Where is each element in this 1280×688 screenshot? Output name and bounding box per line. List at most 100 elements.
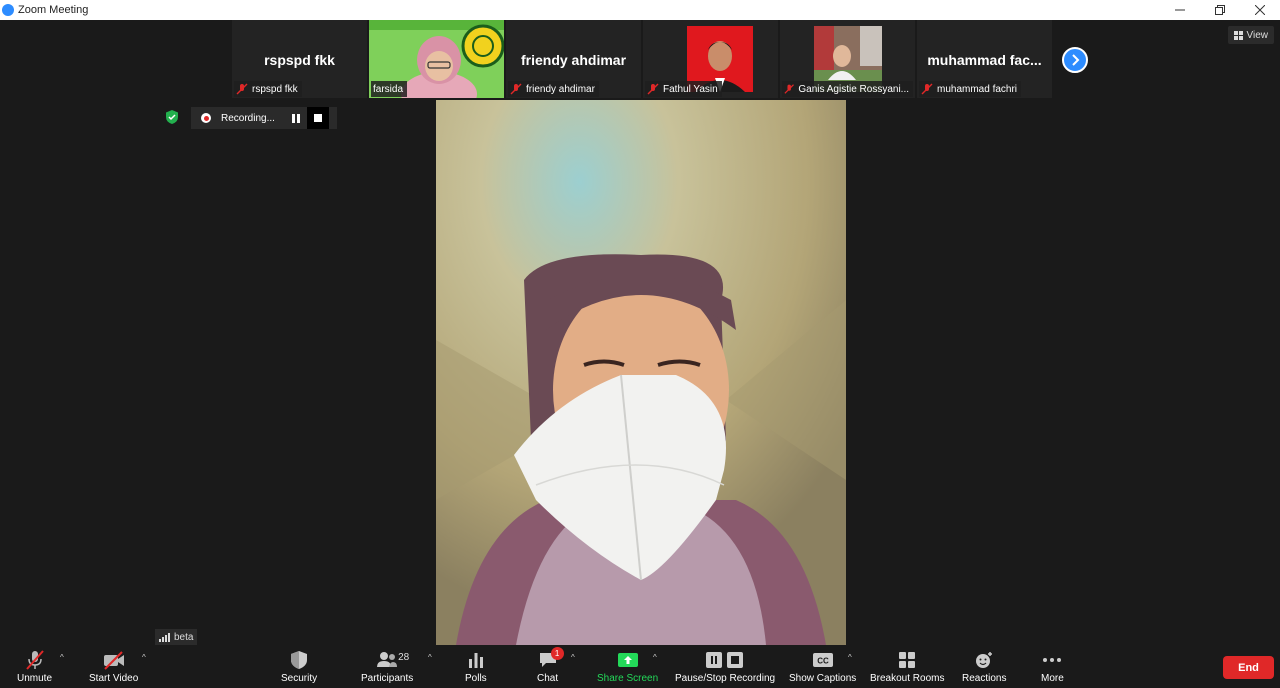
stop-recording-button[interactable] bbox=[307, 107, 329, 129]
captions-icon: CC bbox=[812, 653, 833, 667]
reactions-label: Reactions bbox=[962, 673, 1007, 684]
close-icon bbox=[1255, 5, 1265, 15]
participant-name: Ganis Agistie Rossyani... bbox=[798, 83, 909, 95]
view-label: View bbox=[1246, 29, 1269, 41]
pause-recording-button[interactable] bbox=[285, 107, 307, 129]
participant-name-tag: friendy ahdimar bbox=[508, 81, 599, 97]
participant-display-name: friendy ahdimar bbox=[520, 52, 627, 68]
audio-options-caret-icon[interactable]: ^ bbox=[60, 653, 64, 662]
start-video-button[interactable]: Start Video bbox=[89, 649, 138, 684]
video-options-caret-icon[interactable]: ^ bbox=[142, 653, 146, 662]
security-label: Security bbox=[281, 673, 318, 684]
security-button[interactable]: Security bbox=[281, 649, 317, 684]
recording-label: Recording... bbox=[221, 112, 275, 124]
breakout-rooms-label: Breakout Rooms bbox=[870, 673, 945, 684]
grid-view-icon bbox=[1233, 30, 1243, 40]
pause-stop-icon bbox=[706, 652, 744, 668]
captions-icon-text: CC bbox=[817, 657, 829, 666]
beta-label: beta bbox=[174, 631, 194, 643]
signal-bars-icon bbox=[159, 632, 170, 642]
reactions-button[interactable]: Reactions bbox=[962, 649, 1006, 684]
mic-off-icon bbox=[921, 83, 933, 95]
title-bar: Zoom Meeting bbox=[0, 0, 1280, 20]
participant-count: 28 bbox=[398, 652, 410, 663]
mic-off-icon bbox=[510, 83, 522, 95]
share-screen-button[interactable]: Share Screen bbox=[597, 649, 658, 684]
pause-stop-recording-button[interactable]: Pause/Stop Recording bbox=[675, 649, 775, 684]
participants-button[interactable]: 28 Participants bbox=[361, 649, 413, 684]
minimize-button[interactable] bbox=[1160, 0, 1200, 20]
security-icon bbox=[291, 651, 308, 669]
security-shield-icon[interactable] bbox=[165, 110, 179, 124]
participant-thumb[interactable]: Fathul Yasin bbox=[643, 20, 778, 98]
pause-icon bbox=[292, 113, 300, 123]
chat-unread-badge: 1 bbox=[550, 647, 564, 660]
more-dots-icon bbox=[1043, 658, 1062, 662]
participant-name-tag: rspspd fkk bbox=[234, 81, 302, 97]
mic-off-icon bbox=[784, 84, 794, 94]
participants-icon bbox=[377, 652, 398, 667]
polls-icon bbox=[468, 653, 483, 668]
show-captions-button[interactable]: CC Show Captions bbox=[789, 649, 856, 684]
chat-label: Chat bbox=[537, 673, 559, 684]
share-screen-label: Share Screen bbox=[597, 673, 659, 684]
chat-button[interactable]: 1 Chat bbox=[537, 647, 564, 684]
participant-name: friendy ahdimar bbox=[526, 83, 595, 95]
meeting-toolbar: Unmute ^ Start Video ^ Security 28 Parti… bbox=[0, 645, 1280, 688]
window-title: Zoom Meeting bbox=[18, 4, 89, 16]
participant-display-name: rspspd fkk bbox=[264, 52, 335, 68]
speaker-video-frame bbox=[436, 100, 846, 645]
stop-icon bbox=[314, 114, 322, 122]
breakout-rooms-button[interactable]: Breakout Rooms bbox=[870, 649, 944, 684]
more-label: More bbox=[1041, 673, 1064, 684]
mic-off-icon bbox=[236, 83, 248, 95]
view-button[interactable]: View bbox=[1227, 26, 1274, 44]
restore-button[interactable] bbox=[1200, 0, 1240, 20]
start-video-label: Start Video bbox=[89, 673, 139, 684]
active-speaker-video bbox=[436, 100, 846, 645]
participant-name-tag: farsida bbox=[371, 81, 408, 97]
participant-name-tag: Ganis Agistie Rossyani... bbox=[782, 81, 913, 97]
participant-thumb[interactable]: friendy ahdimar friendy ahdimar bbox=[506, 20, 641, 98]
participant-name-tag: Fathul Yasin bbox=[645, 81, 722, 97]
mic-off-icon bbox=[647, 83, 659, 95]
unmute-button[interactable]: Unmute bbox=[17, 649, 52, 684]
participant-strip: rspspd fkk rspspd fkk farsida friendy ah… bbox=[232, 20, 1052, 98]
show-captions-label: Show Captions bbox=[789, 673, 857, 684]
share-options-caret-icon[interactable]: ^ bbox=[653, 653, 657, 662]
zoom-app-icon bbox=[2, 4, 14, 16]
recording-dot-icon bbox=[201, 113, 211, 123]
pause-stop-recording-label: Pause/Stop Recording bbox=[675, 673, 776, 684]
chevron-right-icon bbox=[1072, 54, 1080, 66]
participant-name: farsida bbox=[373, 83, 404, 95]
participant-display-name: muhammad fac... bbox=[927, 52, 1042, 68]
participants-label: Participants bbox=[361, 673, 414, 684]
participant-name: muhammad fachri bbox=[937, 83, 1018, 95]
unmute-label: Unmute bbox=[17, 673, 53, 684]
reactions-icon bbox=[976, 652, 993, 668]
participant-thumb[interactable]: Ganis Agistie Rossyani... bbox=[780, 20, 915, 98]
participant-name: rspspd fkk bbox=[252, 83, 298, 95]
strip-next-button[interactable] bbox=[1062, 47, 1088, 73]
close-button[interactable] bbox=[1240, 0, 1280, 20]
participant-thumb[interactable]: muhammad fac... muhammad fachri bbox=[917, 20, 1052, 98]
recording-bar: Recording... bbox=[191, 107, 337, 129]
end-meeting-button[interactable]: End bbox=[1223, 656, 1274, 679]
participants-options-caret-icon[interactable]: ^ bbox=[428, 653, 432, 662]
participant-thumb[interactable]: farsida bbox=[369, 20, 504, 98]
participant-name-tag: muhammad fachri bbox=[919, 81, 1022, 97]
window-controls bbox=[1160, 0, 1280, 20]
minimize-icon bbox=[1175, 9, 1185, 11]
more-button[interactable]: More bbox=[1041, 649, 1064, 684]
captions-options-caret-icon[interactable]: ^ bbox=[848, 653, 852, 662]
participant-name: Fathul Yasin bbox=[663, 83, 718, 95]
connection-quality-beta[interactable]: beta bbox=[155, 629, 198, 645]
polls-button[interactable]: Polls bbox=[465, 649, 487, 684]
chat-options-caret-icon[interactable]: ^ bbox=[571, 653, 575, 662]
mic-muted-icon bbox=[25, 650, 44, 670]
participant-thumb[interactable]: rspspd fkk rspspd fkk bbox=[232, 20, 367, 98]
restore-icon bbox=[1215, 5, 1225, 15]
breakout-rooms-icon bbox=[899, 652, 916, 668]
video-off-icon bbox=[103, 651, 124, 670]
share-screen-icon bbox=[617, 653, 638, 667]
